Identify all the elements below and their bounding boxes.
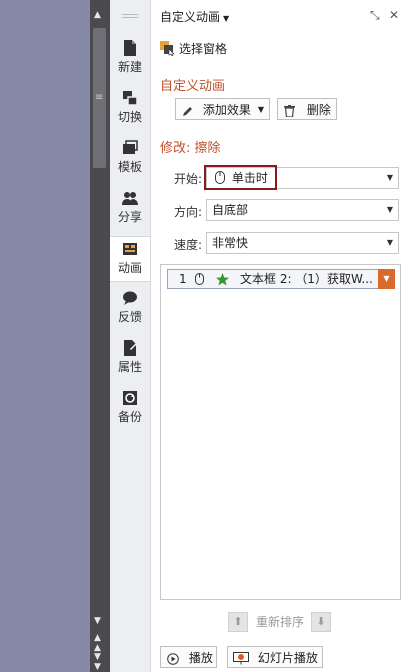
pencil-icon	[183, 107, 192, 116]
tab-label: 属性	[117, 360, 142, 374]
delete-button[interactable]: 删除	[277, 98, 337, 120]
next-page-icon[interactable]: ▼ ▼	[94, 652, 101, 672]
collapse-handle-line	[122, 17, 138, 18]
item-number: 1	[179, 272, 187, 286]
star-effect-icon	[216, 273, 229, 286]
collapse-handle[interactable]	[122, 14, 138, 15]
tab-new[interactable]: 新建	[110, 36, 150, 80]
custom-animation-heading: 自定义动画	[160, 79, 226, 94]
move-up-arrow-icon[interactable]: ⬆	[228, 612, 248, 632]
backup-icon	[123, 391, 137, 405]
side-tab-bar: 新建 切换 模板 分享 动画 反馈 属性 备份	[110, 0, 151, 672]
play-icon	[167, 653, 179, 665]
chevron-down-icon: ▼	[386, 238, 393, 247]
tab-label: 新建	[117, 60, 142, 74]
share-icon	[122, 192, 138, 205]
close-icon[interactable]: ✕	[389, 8, 399, 22]
list-item[interactable]: 1 文本框 2: （1）获取W... ▼	[167, 269, 395, 289]
pane-title: 自定义动画	[160, 10, 221, 24]
add-effect-button[interactable]: 添加效果 ▼	[175, 98, 270, 120]
play-label: 播放	[188, 651, 213, 665]
tab-template[interactable]: 模板	[110, 136, 150, 180]
speed-value: 非常快	[212, 236, 249, 250]
delete-label: 删除	[306, 103, 331, 117]
move-down-arrow-icon[interactable]: ⬇	[311, 612, 331, 632]
custom-animation-pane: 自定义动画 ▼ ⤡ ✕ 选择窗格 自定义动画 添加效果 ▼ 删除 修改: 擦除 开…	[151, 0, 409, 672]
add-effect-label: 添加效果	[202, 103, 251, 117]
speed-select[interactable]: 非常快 ▼	[206, 232, 399, 254]
select-pane-label: 选择窗格	[179, 42, 228, 56]
tab-label: 反馈	[117, 310, 142, 324]
scroll-up-arrow-icon[interactable]: ▲	[94, 10, 101, 20]
tab-label: 分享	[117, 210, 142, 224]
tab-feedback[interactable]: 反馈	[110, 286, 150, 330]
tab-label: 备份	[117, 410, 142, 424]
scroll-down-arrow-icon[interactable]: ▼	[94, 616, 101, 626]
selection-pane-icon	[160, 41, 175, 57]
speed-label: 速度:	[174, 238, 203, 252]
chevron-down-icon: ▼	[386, 205, 393, 214]
template-icon	[123, 140, 138, 154]
animation-icon	[123, 243, 137, 255]
select-pane-button[interactable]: 选择窗格	[160, 40, 227, 57]
pane-title-dropdown[interactable]: 自定义动画 ▼	[160, 8, 229, 25]
start-label: 开始:	[174, 172, 203, 186]
transition-icon	[123, 91, 138, 106]
tab-backup[interactable]: 备份	[110, 386, 150, 430]
properties-icon	[124, 340, 137, 356]
direction-select[interactable]: 自底部 ▼	[206, 199, 399, 221]
modify-heading: 修改: 擦除	[160, 141, 221, 156]
vertical-scrollbar[interactable]: ▲ ≡ ▼ ▲ ▲ ▼ ▼	[90, 0, 110, 672]
reorder-label: 重新排序	[256, 615, 305, 629]
item-text: 文本框 2: （1）获取W...	[240, 272, 373, 286]
animation-list[interactable]: 1 文本框 2: （1）获取W... ▼	[160, 264, 401, 600]
tab-share[interactable]: 分享	[110, 186, 150, 230]
slideshow-button[interactable]: 幻灯片播放	[227, 646, 323, 668]
slideshow-icon	[233, 652, 249, 665]
direction-label: 方向:	[174, 205, 203, 219]
feedback-icon	[123, 291, 137, 305]
tab-properties[interactable]: 属性	[110, 336, 150, 380]
play-button[interactable]: 播放	[160, 646, 217, 668]
tab-label: 切换	[117, 110, 142, 124]
tab-label: 动画	[117, 261, 142, 275]
chevron-down-icon: ▼	[386, 173, 393, 182]
tab-animation[interactable]: 动画	[110, 236, 150, 282]
slide-canvas-area	[0, 0, 90, 672]
direction-value: 自底部	[212, 203, 249, 217]
item-dropdown-icon[interactable]: ▼	[378, 269, 395, 289]
tab-label: 模板	[117, 160, 142, 174]
previous-page-icon[interactable]: ▲ ▲	[94, 633, 101, 653]
mouse-icon	[195, 273, 204, 285]
start-highlight-box	[204, 165, 277, 190]
restore-icon[interactable]: ⤡	[370, 8, 380, 23]
new-document-icon	[124, 40, 136, 56]
slideshow-label: 幻灯片播放	[257, 651, 318, 665]
trash-icon	[284, 105, 295, 118]
chevron-down-icon: ▼	[257, 105, 264, 114]
tab-transition[interactable]: 切换	[110, 86, 150, 130]
grip-icon: ≡	[95, 92, 104, 103]
chevron-down-icon: ▼	[223, 14, 230, 23]
